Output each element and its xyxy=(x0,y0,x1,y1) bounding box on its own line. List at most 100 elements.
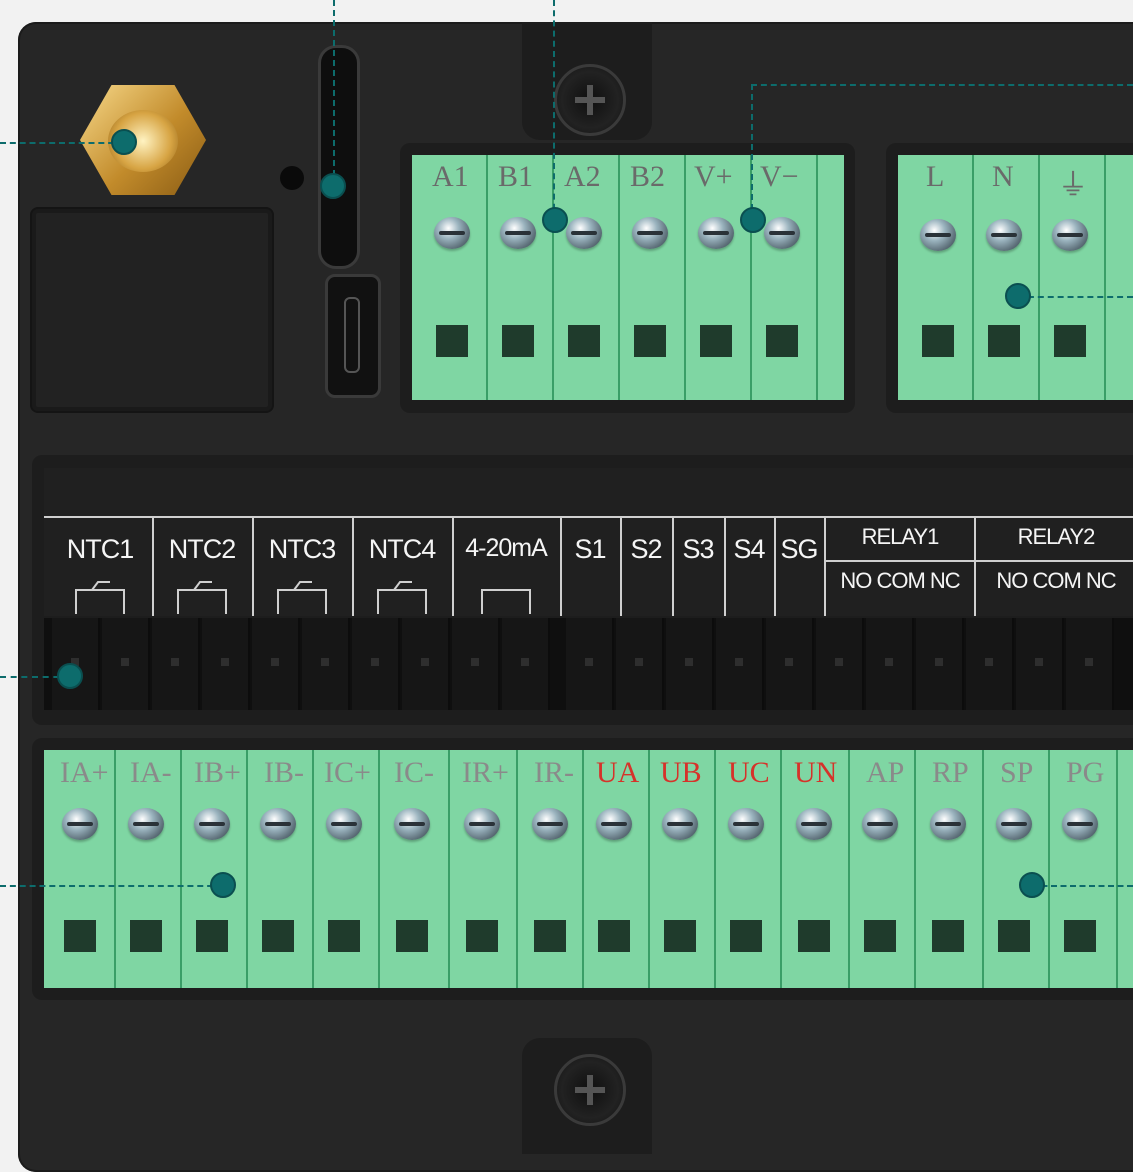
screw-icon[interactable] xyxy=(698,217,734,249)
wire-entry[interactable] xyxy=(64,920,96,952)
signal-terminal[interactable] xyxy=(966,618,1014,710)
wire-entry[interactable] xyxy=(1064,920,1096,952)
wire-entry[interactable] xyxy=(466,920,498,952)
measurement-label-iaplus: IA+ xyxy=(60,756,109,789)
measurement-label-ibminus: IB- xyxy=(264,756,304,789)
measurement-label-ibplus: IB+ xyxy=(194,756,241,789)
screw-icon[interactable] xyxy=(596,808,632,840)
wire-entry[interactable] xyxy=(196,920,228,952)
screw-icon[interactable] xyxy=(434,217,470,249)
measurement-label-icplus: IC+ xyxy=(324,756,371,789)
wire-entry[interactable] xyxy=(988,325,1020,357)
callout-dot xyxy=(1019,872,1045,898)
terminal-label-b1: B1 xyxy=(498,160,534,193)
screw-icon[interactable] xyxy=(662,808,698,840)
wire-entry[interactable] xyxy=(262,920,294,952)
signal-terminal[interactable] xyxy=(302,618,350,710)
signal-terminal[interactable] xyxy=(916,618,964,710)
callout-line xyxy=(751,84,1133,86)
wire-entry[interactable] xyxy=(922,325,954,357)
wire-entry[interactable] xyxy=(568,325,600,357)
screw-icon[interactable] xyxy=(796,808,832,840)
screw-icon[interactable] xyxy=(464,808,500,840)
wire-entry[interactable] xyxy=(328,920,360,952)
measurement-label-rp: RP xyxy=(932,756,969,789)
callout-line xyxy=(553,0,555,220)
wire-entry[interactable] xyxy=(130,920,162,952)
screw-icon[interactable] xyxy=(996,808,1032,840)
wire-entry[interactable] xyxy=(502,325,534,357)
signal-terminal[interactable] xyxy=(102,618,150,710)
signal-label-s2: S2 xyxy=(630,534,662,564)
screw-icon[interactable] xyxy=(500,217,536,249)
wire-entry[interactable] xyxy=(864,920,896,952)
screw-icon[interactable] xyxy=(260,808,296,840)
terminal-label-l: L xyxy=(926,160,945,193)
screw-icon[interactable] xyxy=(1062,808,1098,840)
terminal-label-b2: B2 xyxy=(630,160,666,193)
wire-entry[interactable] xyxy=(766,325,798,357)
wire-entry[interactable] xyxy=(1054,325,1086,357)
screw-icon[interactable] xyxy=(862,808,898,840)
signal-label-ntc2: NTC2 xyxy=(168,534,237,564)
measurement-label-un: UN xyxy=(794,756,838,789)
signal-terminal[interactable] xyxy=(452,618,500,710)
sim-card-slot[interactable] xyxy=(318,45,360,269)
signal-terminal[interactable] xyxy=(866,618,914,710)
usb-port-icon[interactable] xyxy=(325,274,381,398)
wire-entry[interactable] xyxy=(700,325,732,357)
signal-terminal[interactable] xyxy=(1016,618,1064,710)
callout-line xyxy=(0,142,124,144)
signal-terminal[interactable] xyxy=(1066,618,1114,710)
power-terminal-block: L N ⏚ xyxy=(898,155,1133,400)
callout-dot xyxy=(740,207,766,233)
screw-icon[interactable] xyxy=(128,808,164,840)
signal-terminal[interactable] xyxy=(716,618,764,710)
signal-terminal[interactable] xyxy=(202,618,250,710)
screw-icon[interactable] xyxy=(1052,219,1088,251)
signal-terminal[interactable] xyxy=(766,618,814,710)
signal-terminal[interactable] xyxy=(816,618,864,710)
wire-entry[interactable] xyxy=(436,325,468,357)
comm-terminal-block: A1 B1 A2 B2 V+ V− xyxy=(412,155,844,400)
signal-terminal[interactable] xyxy=(402,618,450,710)
signal-terminal[interactable] xyxy=(152,618,200,710)
wire-entry[interactable] xyxy=(396,920,428,952)
signal-terminal[interactable] xyxy=(566,618,614,710)
screw-icon[interactable] xyxy=(566,217,602,249)
ground-symbol-icon: ⏚ xyxy=(1058,169,1088,202)
terminal-label-a1: A1 xyxy=(432,160,469,193)
screw-icon[interactable] xyxy=(986,219,1022,251)
wire-entry[interactable] xyxy=(932,920,964,952)
signal-label-ntc3: NTC3 xyxy=(268,534,337,564)
measurement-label-ua: UA xyxy=(596,756,640,789)
signal-terminal[interactable] xyxy=(252,618,300,710)
signal-label-sg: SG xyxy=(780,534,818,564)
signal-terminal[interactable] xyxy=(352,618,400,710)
signal-label-4-20ma: 4-20mA xyxy=(465,534,548,562)
wire-entry[interactable] xyxy=(598,920,630,952)
wire-entry[interactable] xyxy=(730,920,762,952)
screw-icon[interactable] xyxy=(930,808,966,840)
signal-terminal[interactable] xyxy=(502,618,550,710)
screw-icon[interactable] xyxy=(764,217,800,249)
screw-icon[interactable] xyxy=(62,808,98,840)
wire-entry[interactable] xyxy=(998,920,1030,952)
signal-terminal[interactable] xyxy=(616,618,664,710)
wire-entry[interactable] xyxy=(534,920,566,952)
wire-entry[interactable] xyxy=(798,920,830,952)
callout-line xyxy=(0,885,223,887)
signal-label-ntc4: NTC4 xyxy=(368,534,437,564)
screw-icon[interactable] xyxy=(194,808,230,840)
screw-icon[interactable] xyxy=(326,808,362,840)
screw-icon[interactable] xyxy=(728,808,764,840)
signal-header-panel: NTC1 NTC2 NTC3 NTC4 4-20mA S1 S2 S3 S4 S… xyxy=(44,468,1133,616)
screw-icon[interactable] xyxy=(394,808,430,840)
measurement-label-uc: UC xyxy=(728,756,770,789)
wire-entry[interactable] xyxy=(664,920,696,952)
wire-entry[interactable] xyxy=(634,325,666,357)
signal-terminal[interactable] xyxy=(666,618,714,710)
screw-icon[interactable] xyxy=(632,217,668,249)
screw-icon[interactable] xyxy=(920,219,956,251)
screw-icon[interactable] xyxy=(532,808,568,840)
